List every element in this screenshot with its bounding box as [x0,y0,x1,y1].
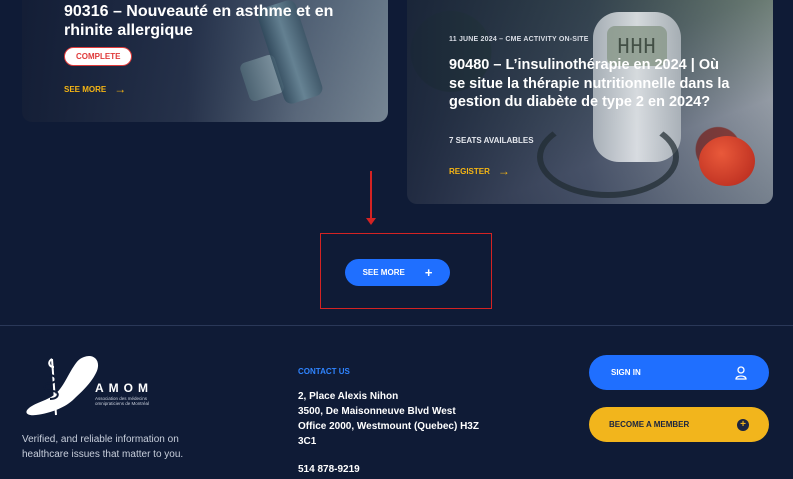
see-more-label: SEE MORE [64,84,107,94]
become-member-button[interactable]: BECOME A MEMBER + [589,407,769,442]
sign-in-button[interactable]: SIGN IN [589,355,769,390]
footer-tagline: Verified, and reliable information on he… [22,434,184,460]
plus-circle-icon: + [737,418,749,431]
meter-cable-image [537,116,679,198]
contact-phone[interactable]: 514 878-9219 [298,464,360,475]
contact-address-line-3: Office 2000, Westmount (Quebec) H3Z [298,421,479,432]
become-member-label: BECOME A MEMBER [609,420,690,429]
annotation-arrow-head [366,218,376,225]
tomato-image [699,136,755,186]
see-more-button-label: SEE MORE [362,268,405,277]
contact-address-line-1: 2, Place Alexis Nihon [298,391,399,402]
arrow-right-icon: → [114,82,127,96]
user-icon [735,365,747,380]
arrow-right-icon: → [497,164,510,178]
logo-subtitle: Association des médecins omnipraticiens … [95,396,150,407]
contact-title: CONTACT US [298,367,350,376]
register-link[interactable]: REGISTER → [449,164,510,178]
sign-in-label: SIGN IN [611,368,641,377]
plus-icon: + [424,265,433,280]
see-more-button[interactable]: SEE MORE + [345,259,450,286]
activity-card-insulin[interactable]: HHH 11 JUNE 2024 – CME ACTIVITY ON-SITE … [407,0,773,204]
status-badge: COMPLETE [64,47,133,66]
card-meta: 11 JUNE 2024 – CME ACTIVITY ON-SITE [449,36,589,43]
contact-address-line-2: 3500, De Maisonneuve Blvd West [298,406,456,417]
footer-divider [0,325,793,326]
seats-available: 7 SEATS AVAILABLES [449,136,534,145]
activity-card-asthma[interactable]: 90316 – Nouveauté en asthme et en rhinit… [22,0,388,122]
see-more-link[interactable]: SEE MORE → [64,82,126,96]
register-label: REGISTER [449,166,490,176]
card-title[interactable]: 90316 – Nouveauté en asthme et en rhinit… [64,2,364,40]
annotation-arrow-line [370,171,372,221]
logo-name: AMOM [95,381,153,395]
contact-address-line-4: 3C1 [298,436,317,447]
card-title[interactable]: 90480 – L’insulinothérapie en 2024 | Où … [449,56,739,112]
